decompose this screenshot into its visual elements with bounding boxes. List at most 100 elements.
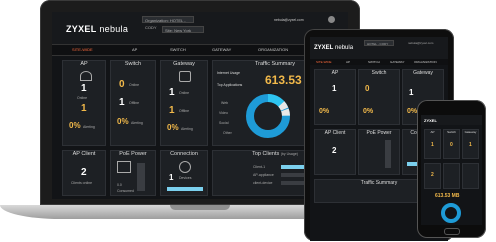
usage-donut-chart [246,94,290,138]
switch-title: Switch [124,61,142,67]
ap-online-label: Online [77,96,88,100]
gateway-offline-count: 1 [169,105,175,116]
phone-ap-online: 1 [431,142,434,148]
poe-label: Consumed [117,189,134,193]
tablet-switch-title: Switch [371,70,387,76]
poe-title: PoE Power [119,151,147,157]
ap-alerting-label: Alerting [83,125,95,129]
gateway-alerting-percent: 0% [167,123,179,132]
phone-ap-widget[interactable]: AP 1 [424,129,441,159]
client-name-2: client-device [253,181,273,185]
switch-alerting-label: Alerting [131,121,143,125]
app-label-3: Other [223,131,232,135]
app-label-1: Video [219,111,228,115]
switch-online-count: 0 [119,79,125,90]
switch-offline-count: 1 [119,97,125,108]
phone-switch-title: Switch [447,130,456,134]
nav-organization[interactable]: ORGANIZATION [258,47,288,52]
tablet-org-selector[interactable]: HOTEL - CODY [364,40,394,46]
phone-topbar: ZYXEL [421,115,482,125]
app-label-2: Social [219,121,229,125]
user-email[interactable]: nebula@zyxel.com [274,18,304,22]
connection-title: Connection [170,151,198,157]
org-selector[interactable]: Organization: HOTEL - CODY [142,16,194,30]
ap-client-widget[interactable]: AP Client 2 Clients online [62,150,106,196]
gateway-icon [179,71,191,82]
switch-alerting-percent: 0% [117,117,129,126]
gateway-alerting-label: Alerting [181,127,193,131]
nav-gateway[interactable]: GATEWAY [212,47,231,52]
internet-usage-label: Internet Usage [217,71,240,75]
client-name-0: Client-1 [253,165,266,169]
top-apps-label: Top Applications [217,83,243,87]
poe-icon [117,161,131,173]
tablet-nav-organization[interactable]: ORGANIZATION [414,60,437,64]
app-label-0: Web [221,101,229,105]
tablet-ap-client-count: 2 [332,146,337,155]
tablet-ap-title: AP [331,70,339,76]
gateway-title: Gateway [173,61,195,67]
tablet-poe-gauge [385,140,391,168]
phone-gateway-widget[interactable]: Gateway 1 [462,129,479,159]
client-name-1: AP-appliance [253,173,274,177]
tablet-ap-widget[interactable]: AP 1 0% [314,69,356,125]
tablet-nav-switch[interactable]: SWITCH [368,60,380,64]
ap-icon [80,71,92,81]
phone-poe-widget[interactable] [443,163,460,189]
tablet-nav-ap[interactable]: AP [346,60,350,64]
tablet-gateway-online: 1 [409,88,414,97]
clock-icon [179,161,191,173]
phone-ap-client-count: 2 [431,172,434,178]
phone-ap-title: AP [430,130,435,134]
gateway-online-label: Online [179,91,190,95]
connection-label: Devices [179,176,192,180]
phone-connection-widget[interactable] [462,163,479,189]
phone-gateway-online: 1 [469,142,472,148]
phone-home-button[interactable] [444,228,460,235]
gateway-offline-label: Offline [179,109,190,113]
tablet-ap-alerting: 0% [319,108,330,115]
ap-client-title: AP Client [72,151,96,157]
gateway-online-count: 1 [169,87,175,98]
phone-gateway-title: Gateway [464,130,477,134]
tablet-ap-client-widget[interactable]: AP Client 2 [314,129,356,175]
brand-logo[interactable]: ZYXEL nebula [66,24,128,34]
tablet-ap-client-title: AP Client [324,130,346,136]
ap-widget[interactable]: AP 1 Online 1 0% Alerting [62,60,106,146]
poe-gauge [137,163,145,191]
switch-widget[interactable]: Switch 0 Online 1 Offline 0% Alerting [110,60,156,146]
tablet-gateway-alerting: 0% [407,108,418,115]
phone-logo[interactable]: ZYXEL [424,118,437,123]
tablet-topbar: ZYXEL nebula HOTEL - CODY nebula@zyxel.c… [310,37,448,59]
nav-site-wide[interactable]: SITE-WIDE [72,47,93,52]
nav-ap[interactable]: AP [132,47,137,52]
tablet-ap-online: 1 [332,84,337,93]
poe-power-widget[interactable]: PoE Power 0.0 Consumed [110,150,156,196]
tablet-switch-alerting: 0% [363,108,374,115]
phone-traffic-total: 613.53 MB [435,193,460,199]
avatar-icon[interactable] [328,16,335,23]
gateway-widget[interactable]: Gateway 1 Online 1 Offline 0% Alerting [160,60,208,146]
tablet-switch-widget[interactable]: Switch 0 0% [358,69,400,125]
switch-offline-label: Offline [129,101,140,105]
phone-donut-chart [441,203,461,223]
site-selector[interactable]: Site: New York [162,26,204,33]
tablet-nav-gateway[interactable]: GATEWAY [390,60,404,64]
connection-count: 1 [169,173,174,182]
switch-online-label: Online [129,83,140,87]
nav-switch[interactable]: SWITCH [170,47,186,52]
ap-online-count: 1 [81,83,87,94]
ap-offline-count: 1 [81,103,87,114]
poe-percent: 0.0 [117,183,122,187]
phone-ap-client-widget[interactable]: 2 [424,163,441,189]
tablet-nav-site-wide[interactable]: SITE-WIDE [316,60,332,64]
tablet-logo[interactable]: ZYXEL nebula [314,45,353,51]
laptop-notch [170,205,230,210]
phone-screen: ZYXEL AP 1 Switch 0 Gateway 1 2 613.53 M… [421,115,482,225]
ap-title: AP [80,61,88,67]
phone-switch-widget[interactable]: Switch 0 [443,129,460,159]
tablet-switch-online: 0 [365,84,370,93]
tablet-poe-widget[interactable]: PoE Power [358,129,400,175]
tablet-user-email[interactable]: nebula@zyxel.com [408,41,433,45]
connection-widget[interactable]: Connection 1 Devices [160,150,208,196]
